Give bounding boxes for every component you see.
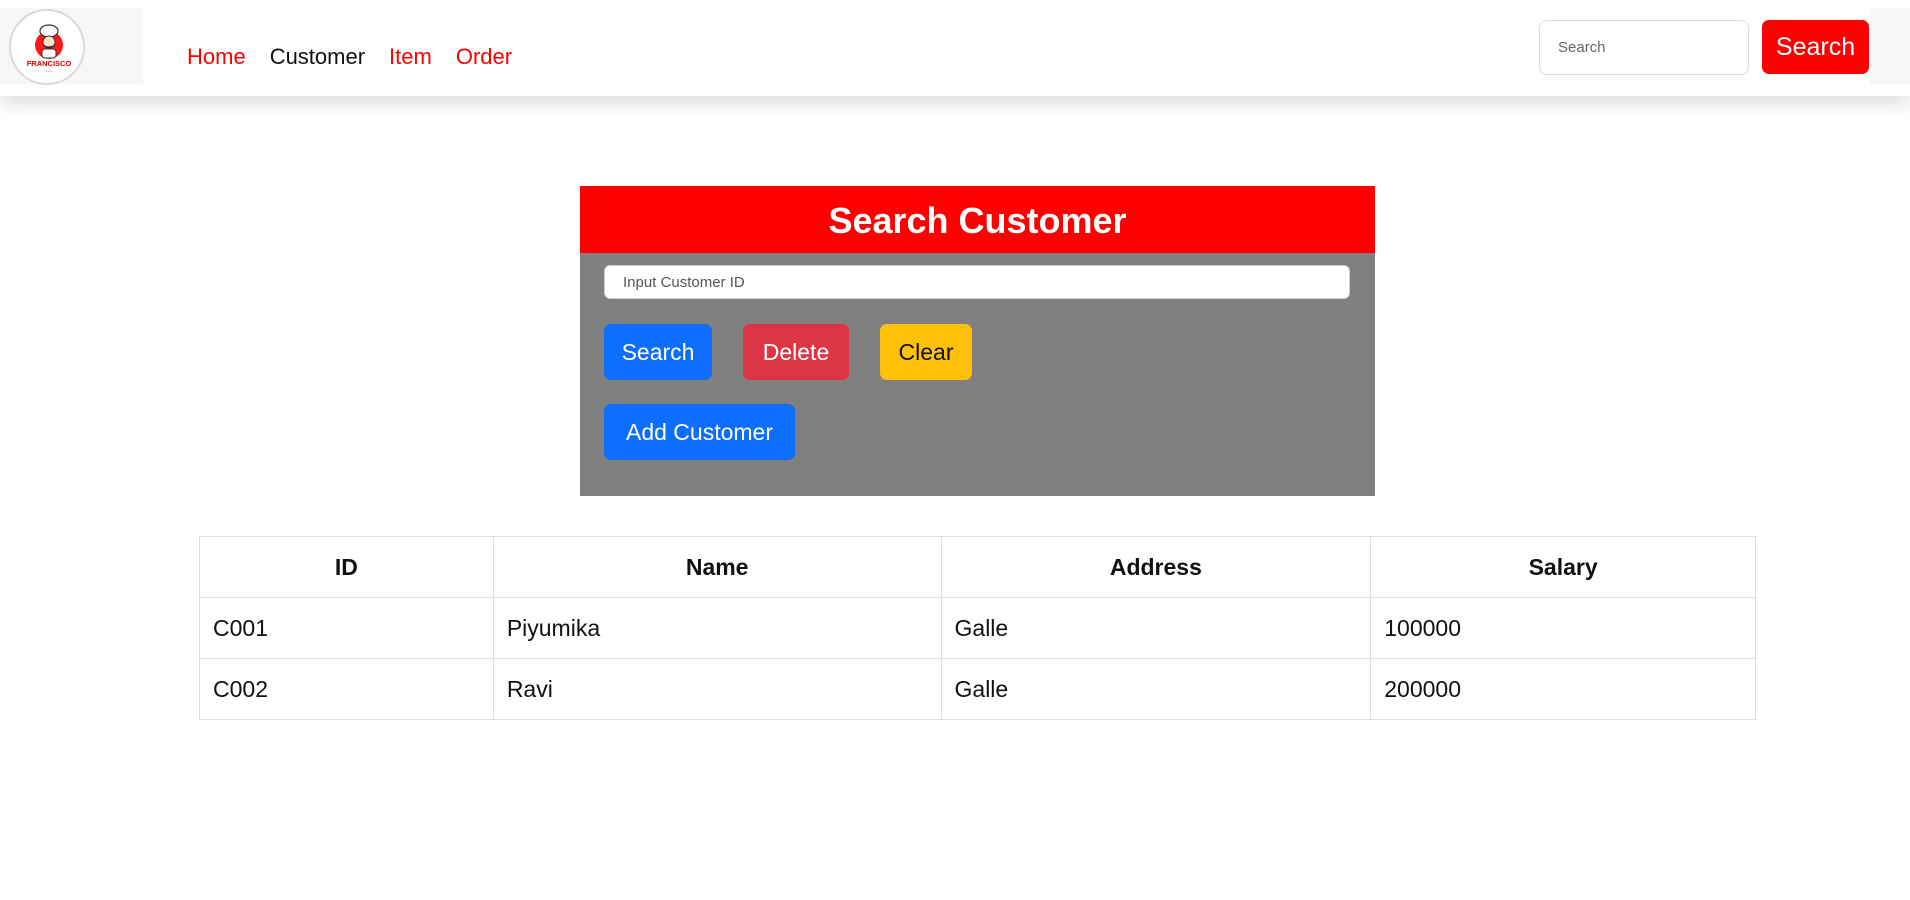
- cell-name: Ravi: [492, 658, 942, 720]
- panel-title: Search Customer: [580, 186, 1375, 253]
- search-button[interactable]: Search: [604, 324, 712, 380]
- cell-name: Piyumika: [492, 597, 942, 659]
- cell-address: Galle: [940, 658, 1372, 720]
- customer-id-input[interactable]: [604, 265, 1350, 299]
- svg-text:• • • •: • • • •: [46, 69, 53, 73]
- navbar-right-strip: [1870, 8, 1910, 84]
- add-customer-button[interactable]: Add Customer: [604, 404, 795, 460]
- svg-text:FRANCISCO: FRANCISCO: [27, 59, 72, 68]
- nav-link-customer[interactable]: Customer: [270, 44, 365, 70]
- nav-link-item[interactable]: Item: [389, 44, 432, 70]
- cell-id: C001: [199, 597, 494, 659]
- customer-table: ID Name Address Salary C001 Piyumika Gal…: [199, 536, 1756, 720]
- nav-link-order[interactable]: Order: [456, 44, 512, 70]
- navbar: FRANCISCO • • • • Home Customer Item Ord…: [0, 0, 1910, 96]
- clear-button[interactable]: Clear: [880, 324, 972, 380]
- nav-link-home[interactable]: Home: [187, 44, 246, 70]
- navbar-search-input[interactable]: [1539, 20, 1749, 75]
- table-row[interactable]: C001 Piyumika Galle 100000: [199, 597, 1756, 659]
- cell-address: Galle: [940, 597, 1372, 659]
- column-header-address: Address: [940, 536, 1372, 598]
- delete-button[interactable]: Delete: [743, 324, 849, 380]
- column-header-id: ID: [199, 536, 494, 598]
- cell-id: C002: [199, 658, 494, 720]
- table-row[interactable]: C002 Ravi Galle 200000: [199, 658, 1756, 720]
- navbar-search-button[interactable]: Search: [1762, 20, 1869, 74]
- brand-logo[interactable]: FRANCISCO • • • •: [9, 9, 85, 85]
- table-header-row: ID Name Address Salary: [199, 536, 1756, 598]
- nav-links: Home Customer Item Order: [187, 44, 536, 70]
- search-customer-panel: Search Customer Search Delete Clear Add …: [580, 186, 1375, 496]
- cell-salary: 200000: [1370, 658, 1756, 720]
- column-header-salary: Salary: [1370, 536, 1756, 598]
- cell-salary: 100000: [1370, 597, 1756, 659]
- column-header-name: Name: [492, 536, 942, 598]
